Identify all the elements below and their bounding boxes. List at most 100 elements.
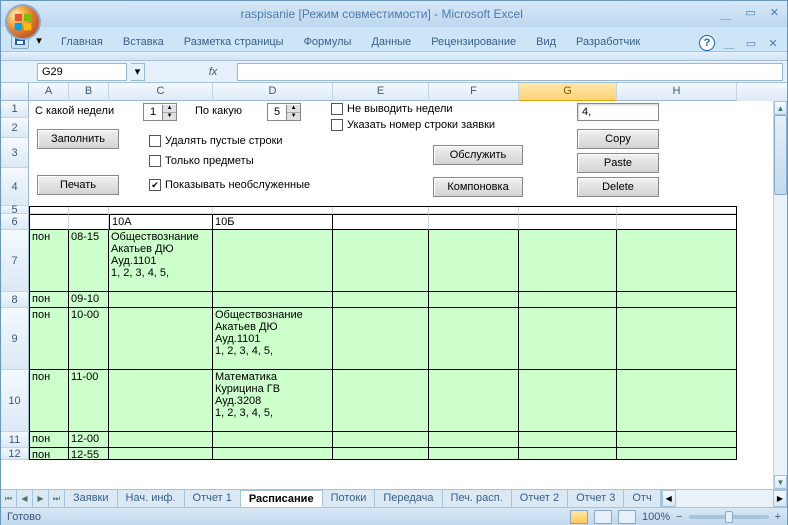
ribbon-tab-pagelayout[interactable]: Разметка страницы [174, 33, 294, 51]
copy-button[interactable]: Copy [577, 129, 659, 149]
minimize-ribbon-icon[interactable]: ＿ [721, 35, 737, 51]
office-button[interactable] [5, 4, 41, 40]
checkbox-icon [149, 155, 161, 167]
zoom-slider-knob[interactable] [725, 511, 733, 523]
restore-button[interactable]: ▭ [741, 6, 759, 22]
serve-button[interactable]: Обслужить [433, 145, 523, 165]
sheet-tab-Отчет 2[interactable]: Отчет 2 [512, 490, 568, 507]
ribbon-tab-review[interactable]: Рецензирование [421, 33, 526, 51]
row-header-2[interactable]: 2 [1, 118, 29, 138]
column-header-D[interactable]: D [213, 83, 333, 101]
row-header-4[interactable]: 4 [1, 168, 29, 206]
tab-nav-prev-icon[interactable]: ◀ [17, 490, 33, 507]
to-week-spinner[interactable]: 5▲▼ [267, 103, 301, 121]
cell-F10 [429, 370, 519, 432]
column-header-G[interactable]: G [519, 83, 617, 101]
scroll-down-arrow-icon[interactable]: ▼ [774, 475, 787, 489]
sheet-tab-Потоки[interactable]: Потоки [323, 490, 376, 507]
ribbon-tab-data[interactable]: Данные [361, 33, 421, 51]
spin-down-icon[interactable]: ▼ [163, 113, 176, 120]
view-page-layout-button[interactable] [594, 510, 612, 524]
row-header-8[interactable]: 8 [1, 292, 29, 308]
spin-down-icon[interactable]: ▼ [287, 113, 300, 120]
sheet-tab-Отчет 1[interactable]: Отчет 1 [185, 490, 241, 507]
spin-up-icon[interactable]: ▲ [163, 105, 176, 113]
zoom-out-button[interactable]: − [676, 511, 682, 523]
cell-B5[interactable] [69, 206, 109, 214]
tab-nav-last-icon[interactable]: ⏭ [49, 490, 65, 507]
minimize-button[interactable]: ＿ [716, 6, 735, 22]
g-textfield[interactable]: 4, [577, 103, 659, 121]
cell-H5[interactable] [617, 206, 737, 214]
paste-button[interactable]: Paste [577, 153, 659, 173]
sheet-tab-Нач. инф.[interactable]: Нач. инф. [118, 490, 185, 507]
row-header-12[interactable]: 12 [1, 448, 29, 460]
sheet-tab-Расписание[interactable]: Расписание [241, 490, 323, 507]
delete-button[interactable]: Delete [577, 177, 659, 197]
row-header-10[interactable]: 10 [1, 370, 29, 432]
formula-input[interactable] [237, 63, 783, 81]
print-button[interactable]: Печать [37, 175, 119, 195]
scroll-thumb[interactable] [774, 115, 787, 195]
ribbon-tab-home[interactable]: Главная [51, 33, 113, 51]
row-header-9[interactable]: 9 [1, 308, 29, 370]
column-header-B[interactable]: B [69, 83, 109, 101]
no-weeks-checkbox[interactable]: Не выводить недели [331, 103, 453, 115]
sheet-tab-Передача[interactable]: Передача [375, 490, 442, 507]
name-box[interactable]: G29 [37, 63, 127, 81]
column-header-E[interactable]: E [333, 83, 429, 101]
row-header-7[interactable]: 7 [1, 230, 29, 292]
select-all-corner[interactable] [1, 83, 29, 101]
ribbon-tab-view[interactable]: Вид [526, 33, 566, 51]
ribbon-tab-formulas[interactable]: Формулы [294, 33, 362, 51]
cell-F7 [429, 230, 519, 292]
row-header-11[interactable]: 11 [1, 432, 29, 448]
scroll-left-arrow-icon[interactable]: ◀ [662, 490, 676, 507]
show-unserved-checkbox[interactable]: ✔Показывать необслуженные [149, 179, 310, 191]
row-number-checkbox[interactable]: Указать номер строки заявки [331, 119, 495, 131]
cell-C5[interactable] [109, 206, 213, 214]
scroll-up-arrow-icon[interactable]: ▲ [774, 101, 787, 115]
ribbon-tab-developer[interactable]: Разработчик [566, 33, 650, 51]
column-header-A[interactable]: A [29, 83, 69, 101]
row-header-6[interactable]: 6 [1, 214, 29, 230]
cells-area[interactable]: С какой недели1▲▼По какую5▲▼ЗаполнитьПеч… [29, 101, 773, 489]
cell-F5[interactable] [429, 206, 519, 214]
sheet-tab-Заявки[interactable]: Заявки [65, 490, 118, 507]
row-header-3[interactable]: 3 [1, 138, 29, 168]
zoom-slider[interactable] [689, 515, 769, 519]
row-header-1[interactable]: 1 [1, 101, 29, 118]
from-week-spinner[interactable]: 1▲▼ [143, 103, 177, 121]
close-button[interactable]: ✕ [766, 6, 783, 22]
view-page-break-button[interactable] [618, 510, 636, 524]
layout-button[interactable]: Компоновка [433, 177, 523, 197]
vertical-scrollbar[interactable]: ▲ ▼ [773, 101, 787, 489]
view-normal-button[interactable] [570, 510, 588, 524]
ribbon-tab-insert[interactable]: Вставка [113, 33, 174, 51]
cell-G5[interactable] [519, 206, 617, 214]
help-icon[interactable]: ? [699, 35, 715, 51]
column-header-H[interactable]: H [617, 83, 737, 101]
row-header-5[interactable]: 5 [1, 206, 29, 214]
cell-A5[interactable] [29, 206, 69, 214]
name-box-dropdown[interactable]: ▾ [131, 63, 145, 81]
spin-up-icon[interactable]: ▲ [287, 105, 300, 113]
scroll-right-arrow-icon[interactable]: ▶ [773, 490, 787, 507]
sheet-tab-Отч[interactable]: Отч [624, 490, 660, 507]
tab-nav-next-icon[interactable]: ▶ [33, 490, 49, 507]
sheet-tab-Отчет 3[interactable]: Отчет 3 [568, 490, 624, 507]
cell-E5[interactable] [333, 206, 429, 214]
horizontal-scrollbar[interactable]: ◀ ▶ [661, 490, 787, 507]
fill-button[interactable]: Заполнить [37, 129, 119, 149]
cell-D5[interactable] [213, 206, 333, 214]
column-header-C[interactable]: C [109, 83, 213, 101]
insert-function-button[interactable]: fx [203, 66, 223, 78]
close-workbook-icon[interactable]: ✕ [765, 35, 781, 51]
zoom-in-button[interactable]: + [775, 511, 781, 523]
delete-empty-checkbox[interactable]: Удалять пустые строки [149, 135, 283, 147]
restore-window-icon[interactable]: ▭ [743, 35, 759, 51]
column-header-F[interactable]: F [429, 83, 519, 101]
only-subjects-checkbox[interactable]: Только предметы [149, 155, 254, 167]
tab-nav-first-icon[interactable]: ⏮ [1, 490, 17, 507]
sheet-tab-Печ. расп.[interactable]: Печ. расп. [443, 490, 512, 507]
